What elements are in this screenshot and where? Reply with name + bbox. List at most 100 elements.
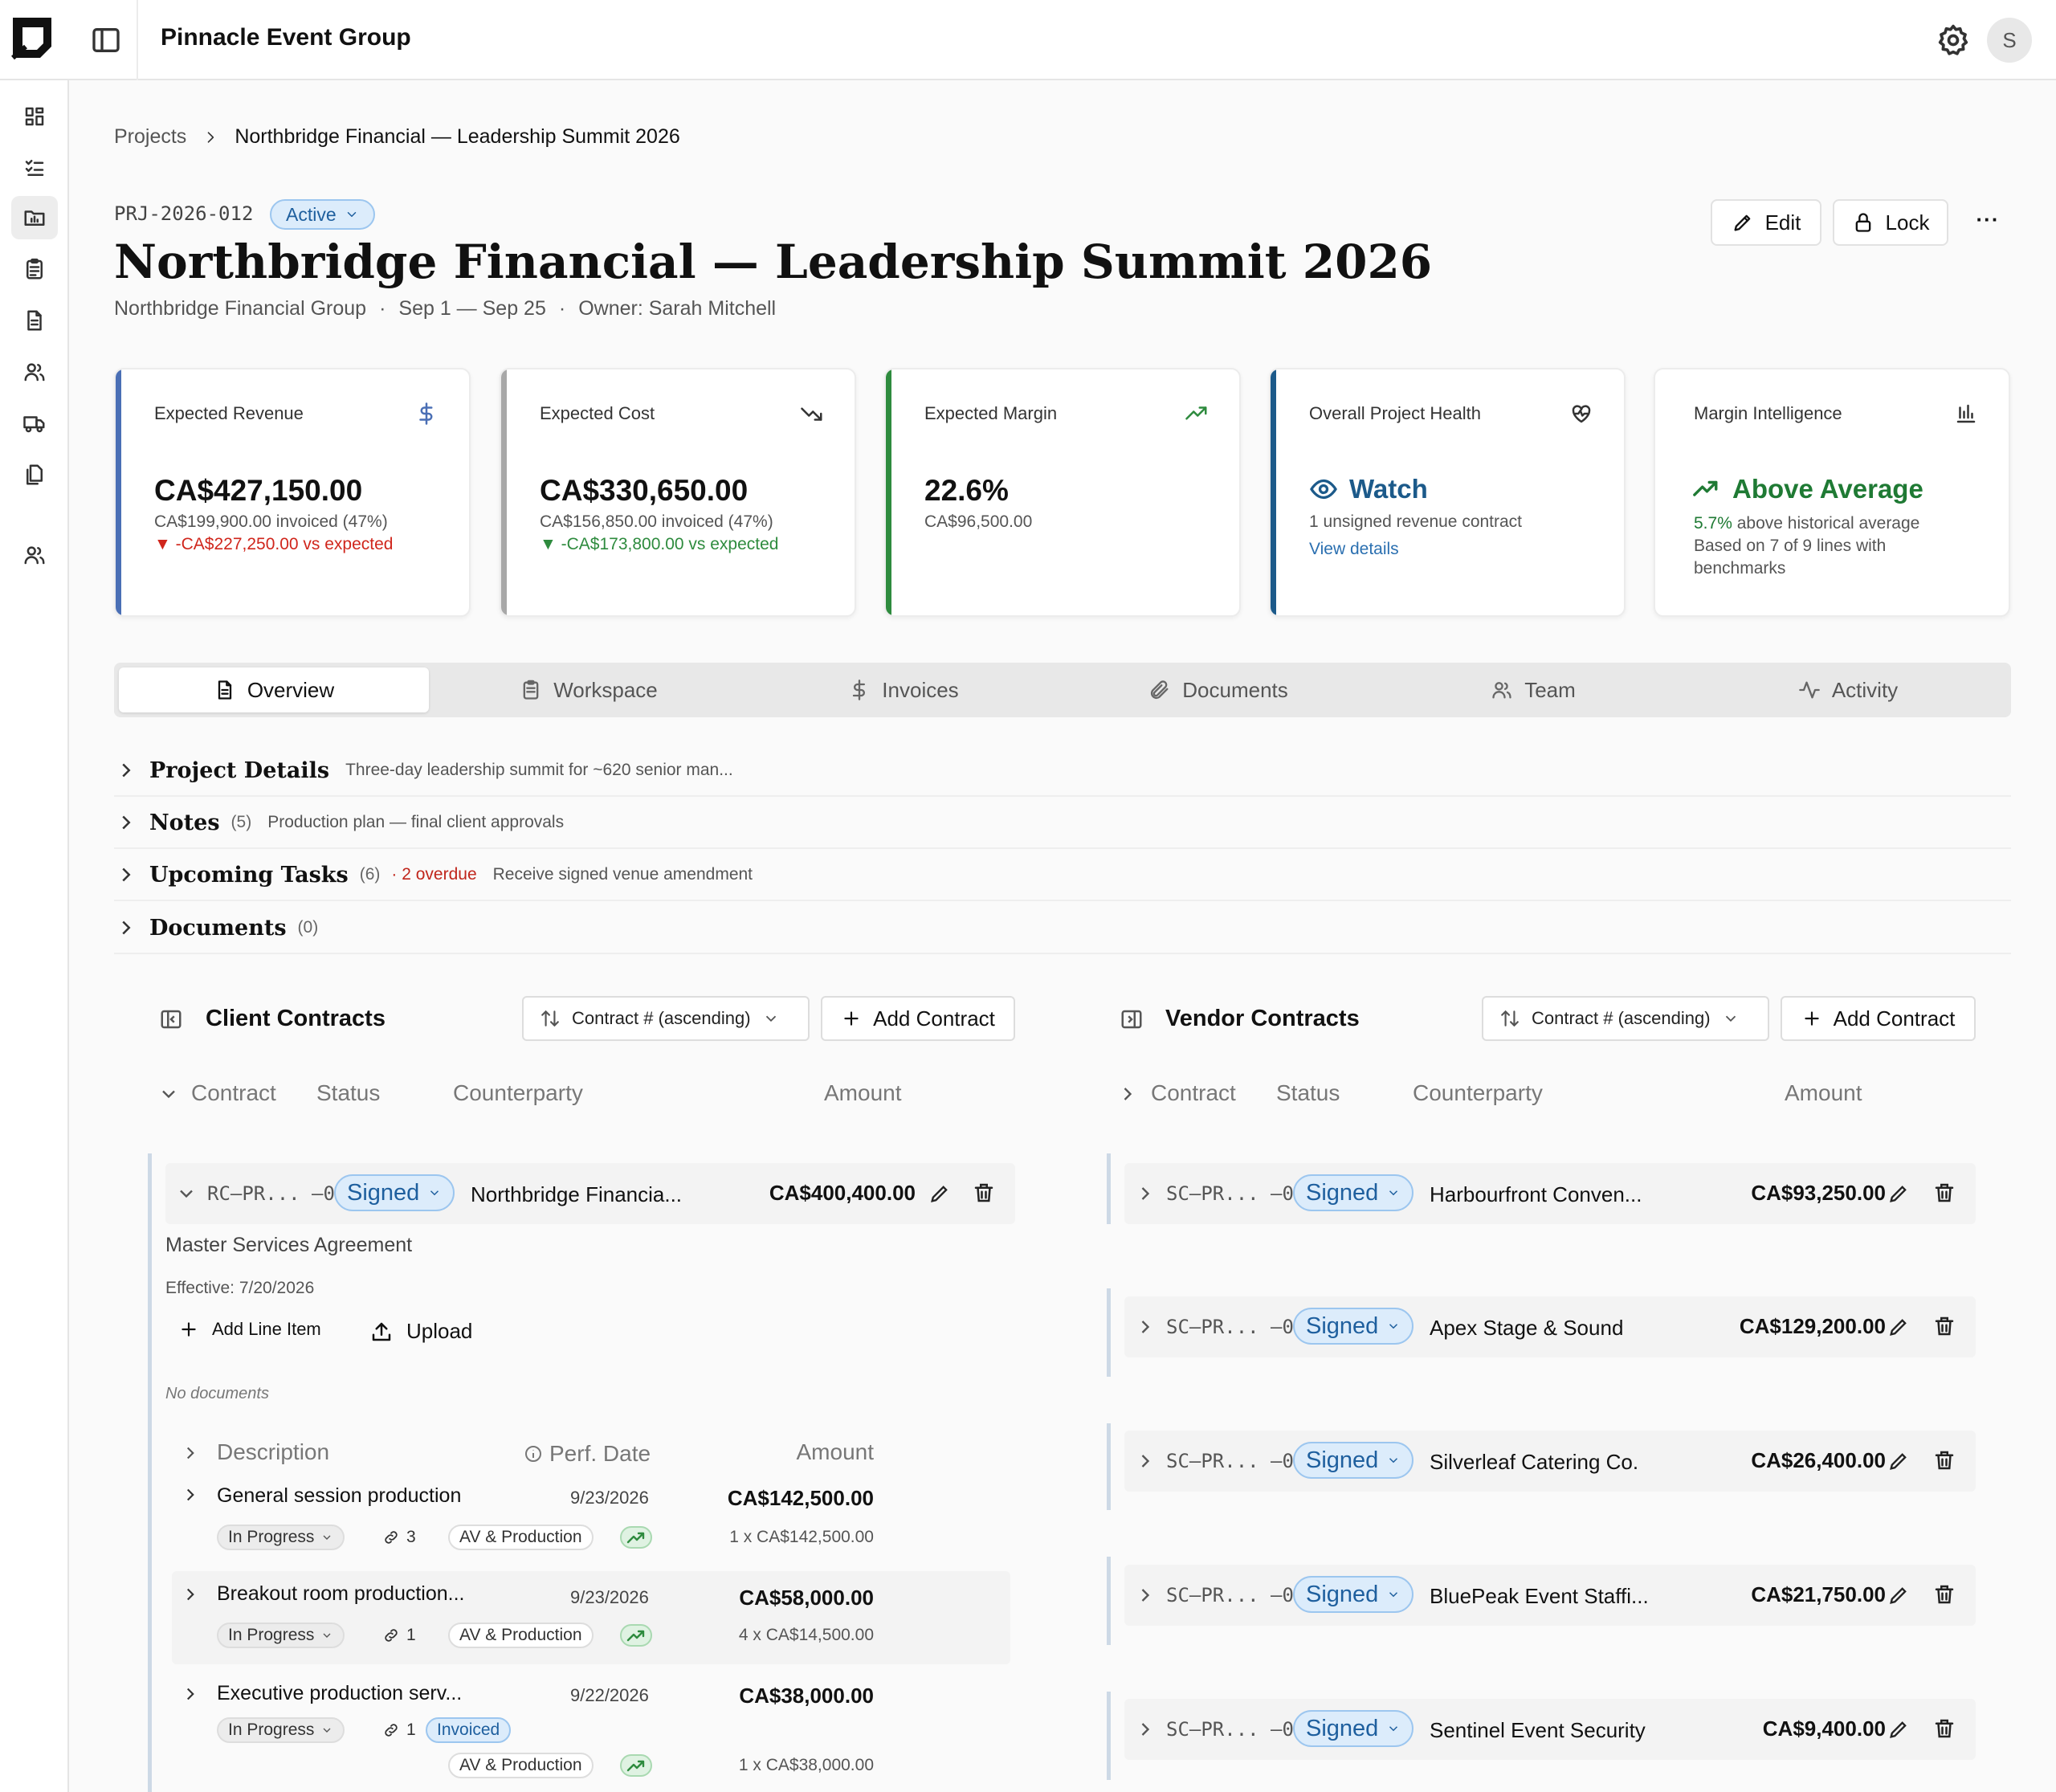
line-item-title[interactable]: General session production [217, 1484, 461, 1508]
sidebar-item-clipboard[interactable] [11, 247, 58, 291]
linked-items-badge[interactable]: 3 [371, 1525, 427, 1550]
pencil-icon[interactable] [1887, 1718, 1910, 1741]
section-project-details[interactable]: Project Details Three-day leadership sum… [114, 745, 2011, 797]
tab-overview[interactable]: Overview [119, 667, 429, 712]
line-header-amount[interactable]: Amount [755, 1439, 875, 1465]
line-header-description[interactable]: Description [217, 1439, 329, 1465]
category-badge: AV & Production [448, 1753, 594, 1778]
contract-status-select[interactable]: Signed [334, 1174, 455, 1211]
pencil-icon [1734, 214, 1750, 231]
chevron-right-icon[interactable] [180, 1443, 201, 1463]
add-client-contract-button[interactable]: Add Contract [821, 996, 1015, 1041]
col-header-contract[interactable]: Contract [1151, 1080, 1236, 1106]
vendor-contract-row[interactable]: SC–PR... –01 Signed Harbourfront Conven.… [1124, 1163, 1976, 1224]
add-line-item-button[interactable]: Add Line Item [178, 1319, 321, 1340]
add-vendor-contract-button[interactable]: Add Contract [1781, 996, 1976, 1041]
pencil-icon[interactable] [928, 1182, 951, 1205]
view-details-link[interactable]: View details [1309, 540, 1399, 559]
client-contract-row[interactable]: RC–PR... –01 Signed Northbridge Financia… [165, 1163, 1015, 1224]
sidebar-item-files[interactable] [11, 453, 58, 496]
col-header-counterparty[interactable]: Counterparty [453, 1080, 583, 1106]
chevron-right-icon[interactable] [1134, 1182, 1156, 1205]
breadcrumb-root[interactable]: Projects [114, 125, 186, 149]
chevron-right-icon[interactable] [180, 1484, 201, 1505]
line-item-title[interactable]: Breakout room production... [217, 1582, 465, 1606]
contract-type: Master Services Agreement [165, 1234, 413, 1256]
lock-button[interactable]: Lock [1833, 199, 1948, 246]
line-item-title[interactable]: Executive production serv... [217, 1682, 462, 1705]
trash-icon[interactable] [1932, 1314, 1956, 1338]
line-status-select[interactable]: In Progress [217, 1717, 345, 1743]
section-documents[interactable]: Documents (0) [114, 903, 2011, 954]
sidebar-item-tasks[interactable] [11, 146, 58, 190]
sidebar-item-vendors[interactable] [11, 402, 58, 445]
col-header-status[interactable]: Status [1276, 1080, 1340, 1106]
col-header-status[interactable]: Status [316, 1080, 380, 1106]
chevron-right-icon[interactable] [1134, 1718, 1156, 1741]
contract-status-select[interactable]: Signed [1293, 1576, 1414, 1613]
trash-icon[interactable] [1932, 1181, 1956, 1205]
gear-icon[interactable] [1936, 22, 1971, 58]
brand-logo-icon[interactable] [10, 14, 58, 63]
contract-status-select[interactable]: Signed [1293, 1442, 1414, 1479]
chevron-down-icon[interactable] [157, 1083, 180, 1105]
sidebar-item-projects[interactable] [11, 196, 58, 239]
chevron-right-icon[interactable] [180, 1684, 201, 1704]
tab-documents[interactable]: Documents [1063, 667, 1373, 712]
expand-panel-icon[interactable] [1120, 1007, 1144, 1031]
trash-icon[interactable] [1932, 1448, 1956, 1472]
contract-status-select[interactable]: Signed [1293, 1710, 1414, 1747]
card-subtext: CA$156,850.00 invoiced (47%) [540, 512, 773, 531]
line-status-select[interactable]: In Progress [217, 1525, 345, 1550]
tab-invoices[interactable]: Invoices [749, 667, 1059, 712]
vendor-contract-row[interactable]: SC–PR... –05 Signed Sentinel Event Secur… [1124, 1699, 1976, 1760]
card-margin-intelligence: Margin Intelligence Above Average 5.7% a… [1654, 368, 2010, 617]
contract-status-select[interactable]: Signed [1293, 1174, 1414, 1211]
project-status-select[interactable]: Active [270, 199, 375, 230]
trash-icon[interactable] [1932, 1716, 1956, 1741]
edit-button[interactable]: Edit [1711, 199, 1821, 246]
chevron-right-icon[interactable] [1134, 1450, 1156, 1472]
contract-status-select[interactable]: Signed [1293, 1308, 1414, 1345]
chevron-down-icon[interactable] [175, 1182, 198, 1205]
sidebar-item-team[interactable] [11, 533, 58, 577]
col-header-amount[interactable]: Amount [1785, 1080, 1862, 1106]
pencil-icon[interactable] [1887, 1316, 1910, 1338]
chevron-right-icon[interactable] [1134, 1316, 1156, 1338]
tab-workspace[interactable]: Workspace [434, 667, 744, 712]
linked-items-badge[interactable]: 1 [371, 1717, 427, 1743]
more-options-button[interactable]: ··· [1969, 207, 2006, 239]
pencil-icon[interactable] [1887, 1584, 1910, 1606]
clipboard-icon [523, 680, 539, 700]
trash-icon[interactable] [1932, 1582, 1956, 1606]
vendor-sort-select[interactable]: Contract # (ascending) [1482, 996, 1769, 1041]
col-header-contract[interactable]: Contract [191, 1080, 276, 1106]
col-header-counterparty[interactable]: Counterparty [1413, 1080, 1543, 1106]
trash-icon[interactable] [972, 1181, 996, 1205]
sidebar-item-documents[interactable] [11, 299, 58, 342]
col-header-amount[interactable]: Amount [824, 1080, 902, 1106]
line-header-perf-date[interactable]: Perf. Date [524, 1441, 651, 1467]
line-status-select[interactable]: In Progress [217, 1623, 345, 1648]
section-upcoming-tasks[interactable]: Upcoming Tasks (6) · 2 overdue Receive s… [114, 850, 2011, 901]
pencil-icon[interactable] [1887, 1450, 1910, 1472]
tab-activity[interactable]: Activity [1693, 667, 2003, 712]
pencil-icon[interactable] [1887, 1182, 1910, 1205]
section-notes[interactable]: Notes (5) Production plan — final client… [114, 798, 2011, 849]
sidebar-item-contacts[interactable] [11, 350, 58, 394]
sidebar-item-dashboard[interactable] [11, 95, 58, 138]
chevron-right-icon[interactable] [180, 1584, 201, 1605]
vendor-contract-row[interactable]: SC–PR... –02 Signed Apex Stage & Sound C… [1124, 1296, 1976, 1357]
vendor-contract-row[interactable]: SC–PR... –04 Signed BluePeak Event Staff… [1124, 1565, 1976, 1626]
chevron-right-icon[interactable] [1116, 1083, 1139, 1105]
collapse-panel-icon[interactable] [159, 1007, 183, 1031]
linked-items-badge[interactable]: 1 [371, 1623, 427, 1648]
vendor-contract-row[interactable]: SC–PR... –03 Signed Silverleaf Catering … [1124, 1431, 1976, 1492]
chevron-right-icon[interactable] [1134, 1584, 1156, 1606]
client-sort-select[interactable]: Contract # (ascending) [522, 996, 810, 1041]
sidebar-toggle-icon[interactable] [90, 24, 122, 56]
project-dates: Sep 1 — Sep 25 [398, 297, 546, 320]
tab-team[interactable]: Team [1378, 667, 1688, 712]
avatar[interactable]: S [1987, 18, 2032, 63]
upload-button[interactable]: Upload [369, 1319, 472, 1344]
